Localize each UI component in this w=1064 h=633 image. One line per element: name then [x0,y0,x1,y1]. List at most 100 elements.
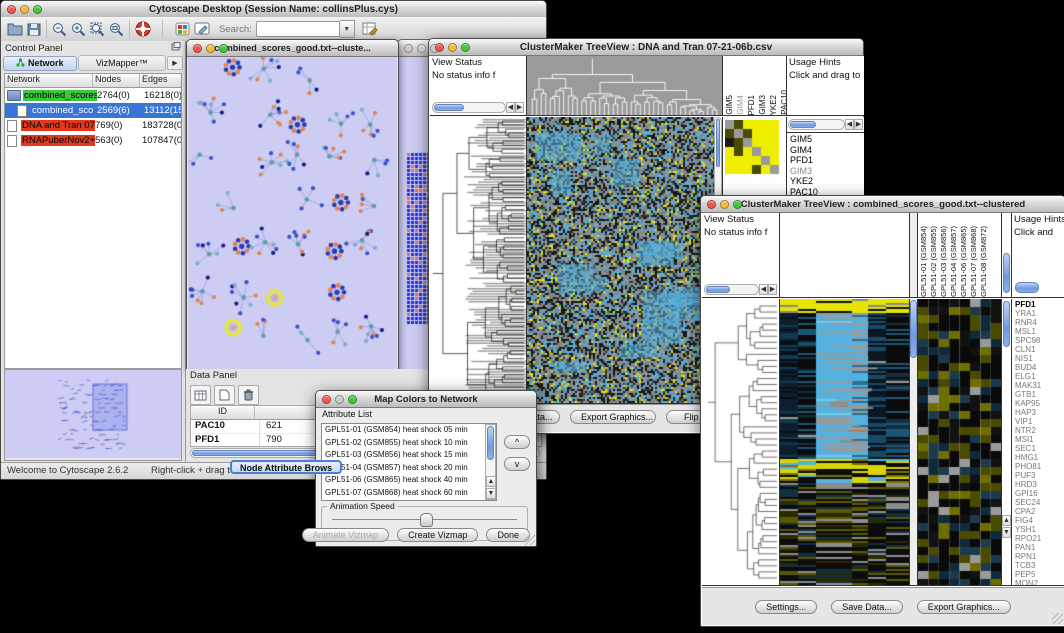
column-label[interactable]: GIM5 [725,95,735,115]
minimize-button[interactable] [335,395,344,404]
attribute-table-icon[interactable] [190,385,211,405]
birdseye-view[interactable] [4,369,182,461]
save-data-button[interactable]: Save Data... [831,600,903,614]
scroll-left-arrow[interactable]: ◀ [759,284,768,295]
zoom-fit-icon[interactable] [88,20,107,38]
tv2-status-scrollbar[interactable]: ◀▶ [704,283,777,295]
attribute-list-item[interactable]: GPL51-04 (GSM857) heat shock 20 min [325,462,496,475]
gene-label[interactable]: FIG4 [1015,516,1064,525]
gene-label[interactable]: MSI1 [1015,435,1064,444]
tv2-gene-dendrogram[interactable] [702,299,780,586]
attribute-list-item[interactable]: GPL51-06 (GSM865) heat shock 40 min [325,474,496,487]
export-graphics-button[interactable]: Export Graphics... [917,600,1011,614]
gene-label[interactable]: HAP3 [1015,408,1064,417]
zoom-button[interactable] [733,200,742,209]
gene-label[interactable]: YRA1 [1015,309,1064,318]
network-window-titlebar[interactable]: combined_scores_good.txt--cluste... [187,40,398,57]
gene-label[interactable]: YSH1 [1015,525,1064,534]
close-button[interactable] [707,200,716,209]
search-input[interactable] [256,21,340,37]
zoom-button[interactable] [348,395,357,404]
network-view-canvas[interactable] [188,57,397,369]
new-attribute-icon[interactable] [214,385,235,405]
scroll-thumb[interactable] [716,119,720,167]
tv2-heatmap-vscroll[interactable] [910,299,918,586]
column-label[interactable]: GPL51-04 (GSM857) [949,226,959,297]
tv2-heatmap[interactable] [780,299,910,586]
gene-label[interactable]: GIM3 [790,166,864,177]
search-dropdown-button[interactable]: ▼ [340,20,355,38]
minimize-button[interactable] [720,200,729,209]
network-list-row[interactable]: RNAPuberNov2+!563(0)107847(0) [5,133,181,148]
scroll-down-arrow[interactable]: ▼ [486,488,496,499]
zoom-button[interactable] [219,44,228,53]
network-list-row[interactable]: DNA and Tran 07769(0)183728(0) [5,118,181,133]
tab-vizmapper[interactable]: VizMapper™ [78,55,166,71]
scroll-thumb[interactable] [790,121,816,128]
scroll-right-arrow[interactable]: ▶ [854,119,863,130]
zoom-button[interactable] [461,43,470,52]
gene-label[interactable]: CLN1 [1015,345,1064,354]
tv2-zoom-vscroll[interactable]: ▲ ▼ [1002,299,1012,586]
network-window-1[interactable]: combined_scores_good.txt--cluste... [186,39,399,371]
gene-label[interactable]: RPN1 [1015,552,1064,561]
gene-label[interactable]: RNR4 [1015,318,1064,327]
gene-label[interactable]: PEP5 [1015,570,1064,579]
gene-label[interactable]: PUF3 [1015,471,1064,480]
column-label[interactable]: PAC10 [780,90,787,115]
gene-label[interactable]: HRD3 [1015,480,1064,489]
tv1-heatmap-canvas[interactable] [527,117,714,403]
close-button[interactable] [404,44,413,53]
close-button[interactable] [193,44,202,53]
gene-label[interactable]: BUD4 [1015,363,1064,372]
gene-label[interactable]: MON2 [1015,579,1064,586]
column-label[interactable]: PFD1 [747,95,757,115]
node-attribute-browser-tab[interactable]: Node Attribute Brows [230,460,342,474]
zoom-in-icon[interactable] [69,20,88,38]
attribute-list-item[interactable]: GPL51-07 (GSM868) heat shock 60 min [325,487,496,500]
gene-label[interactable]: GTB1 [1015,390,1064,399]
gene-label[interactable]: CPA2 [1015,507,1064,516]
column-label[interactable]: GPL51-03 (GSM856) [939,226,949,297]
attribute-list-item[interactable]: GPL51-02 (GSM855) heat shock 10 min [325,437,496,450]
gene-label[interactable]: PAN1 [1015,543,1064,552]
column-label[interactable]: GPL51-02 (GSM855) [929,226,939,297]
tv1-gene-dendrogram[interactable] [430,117,527,404]
vizmap-icon[interactable] [173,20,192,38]
scroll-thumb[interactable] [1015,282,1039,293]
tv2-heatmap-canvas[interactable] [780,299,909,585]
tv1-genelist-scrollbar[interactable]: ◀▶ [788,118,863,130]
column-label[interactable]: GPL51-01 (GSM854) [919,226,929,297]
animate-vizmap-button[interactable]: Animate Vizmap [302,528,389,542]
tv1-gene-tree-canvas[interactable] [430,117,526,403]
delete-attribute-icon[interactable] [238,385,259,405]
export-graphics-button[interactable]: Export Graphics... [570,410,656,424]
gene-label[interactable]: PHO81 [1015,462,1064,471]
main-titlebar[interactable]: Cytoscape Desktop (Session Name: collins… [1,1,546,18]
tv1-column-tree-canvas[interactable] [527,56,722,115]
minimize-button[interactable] [20,5,29,14]
map-colors-dialog[interactable]: Map Colors to Network Attribute List GPL… [315,390,537,547]
scroll-right-arrow[interactable]: ▶ [768,284,777,295]
move-up-button[interactable]: ^ [504,435,530,449]
gene-label[interactable]: PFD1 [790,155,864,166]
tab-network[interactable]: Network [3,56,77,71]
gene-label[interactable]: SPC98 [1015,336,1064,345]
tv2-labels-vscroll[interactable] [1002,213,1012,298]
gene-label[interactable]: KAP95 [1015,399,1064,408]
gene-label[interactable]: NTR2 [1015,426,1064,435]
treeview1-titlebar[interactable]: ClusterMaker TreeView : DNA and Tran 07-… [429,39,863,56]
column-label[interactable]: GIM4 [736,95,746,115]
attribute-list-item[interactable]: GPL51-03 (GSM856) heat shock 15 min [325,449,496,462]
gene-label[interactable]: PFD1 [1015,300,1064,309]
float-panel-icon[interactable] [171,42,181,54]
close-button[interactable] [435,43,444,52]
gene-label[interactable]: MAK31 [1015,381,1064,390]
minimize-button[interactable] [206,44,215,53]
col-edges[interactable]: Edges [140,74,181,87]
scroll-up-arrow[interactable]: ▲ [1002,515,1011,526]
attribute-browser-icon[interactable] [361,20,380,38]
column-label[interactable]: GPL51-08 (GSM872) [979,226,989,297]
resize-grip[interactable] [1052,613,1063,624]
gene-label[interactable]: SEC1 [1015,444,1064,453]
